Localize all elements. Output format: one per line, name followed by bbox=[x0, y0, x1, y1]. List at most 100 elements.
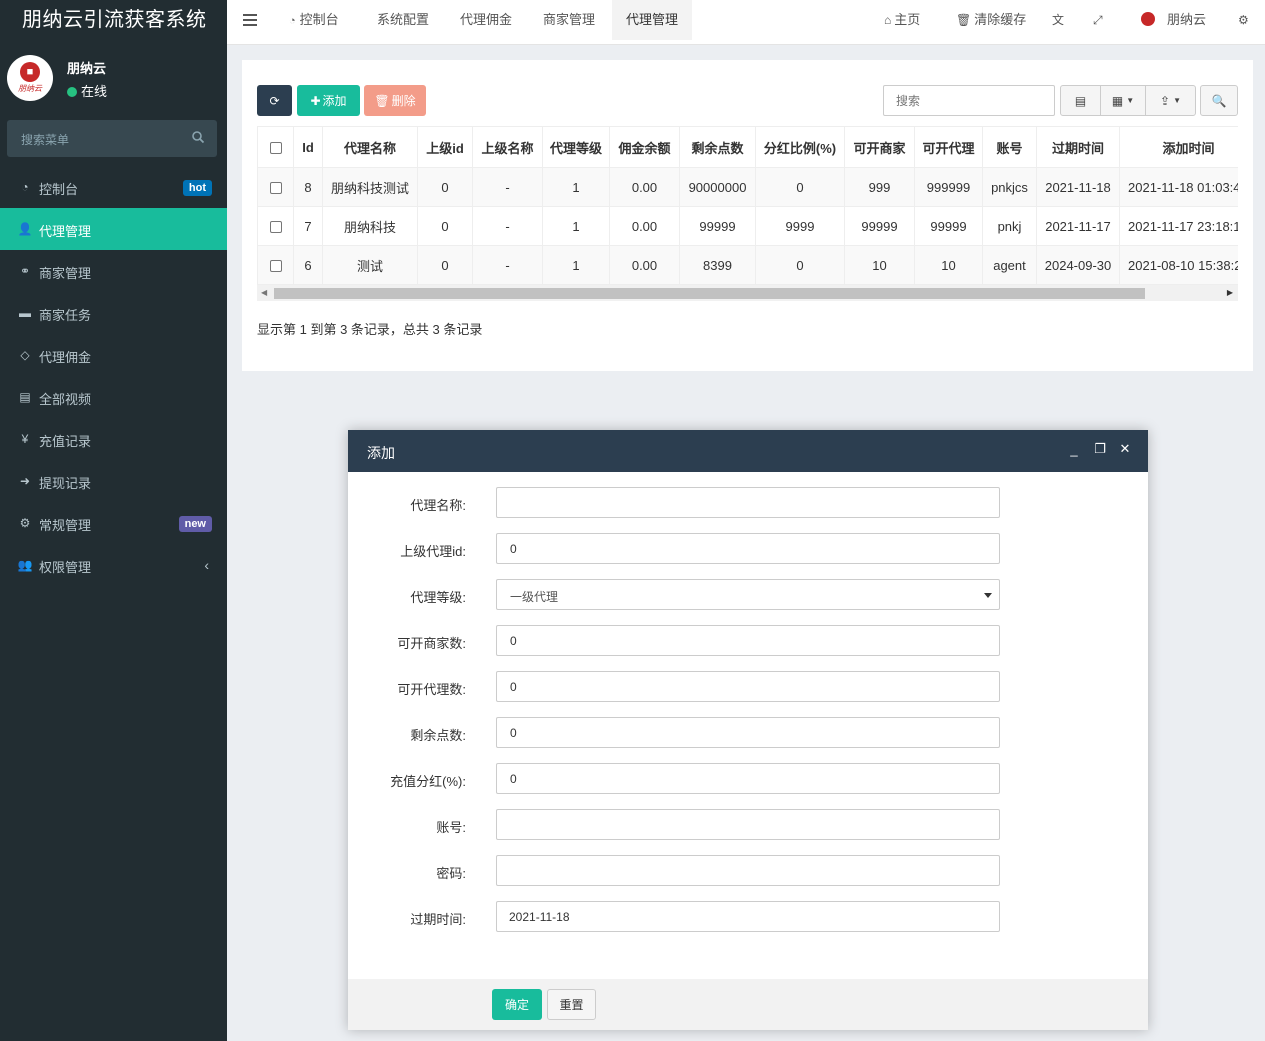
user-menu[interactable]: 朋纳云 bbox=[1141, 0, 1206, 40]
merchant-quota-field[interactable] bbox=[496, 625, 1000, 656]
sidebar-item-general[interactable]: ⚙ 常规管理 new bbox=[0, 502, 227, 544]
delete-button[interactable]: 🗑 删除 bbox=[364, 85, 426, 116]
dividend-field[interactable] bbox=[496, 763, 1000, 794]
checkbox[interactable] bbox=[269, 260, 282, 273]
tab-label: 代理佣金 bbox=[460, 12, 513, 27]
sign-in-icon: ➜ bbox=[19, 474, 31, 488]
hot-badge: hot bbox=[182, 180, 212, 196]
column-header[interactable]: 分红比例(%) bbox=[755, 126, 845, 168]
avatar-caption: 朋纳云 bbox=[18, 84, 42, 93]
reset-button[interactable]: 重置 bbox=[547, 989, 596, 1020]
search-icon[interactable] bbox=[191, 130, 205, 144]
account-input[interactable] bbox=[497, 810, 999, 839]
column-header[interactable]: 上级id bbox=[417, 126, 473, 168]
row-checkbox[interactable] bbox=[257, 167, 294, 207]
column-header[interactable]: 上级名称 bbox=[472, 126, 543, 168]
confirm-button[interactable]: 确定 bbox=[492, 989, 542, 1020]
tab-dashboard[interactable]: ◔ 控制台 bbox=[275, 0, 353, 40]
hamburger-menu-icon[interactable] bbox=[243, 14, 257, 26]
agent-name-input[interactable] bbox=[497, 488, 999, 517]
sidebar-item-merchant-task[interactable]: ▬ 商家任务 bbox=[0, 292, 227, 334]
column-header[interactable]: 代理名称 bbox=[322, 126, 418, 168]
export-button[interactable]: ⇪ ▼ bbox=[1145, 85, 1196, 116]
column-header[interactable]: 账号 bbox=[982, 126, 1037, 168]
merchant-quota-input[interactable] bbox=[497, 626, 999, 655]
password-input[interactable] bbox=[497, 856, 999, 885]
select-all-checkbox[interactable] bbox=[257, 126, 294, 168]
points-field[interactable] bbox=[496, 717, 1000, 748]
toggle-view-button[interactable]: ▤ bbox=[1060, 85, 1101, 116]
tab-system-config[interactable]: 系统配置 bbox=[363, 0, 443, 40]
table-row[interactable]: 8 朋纳科技测试 0 - 1 0.00 90000000 0 999 99999… bbox=[257, 167, 1238, 207]
tab-merchant[interactable]: 商家管理 bbox=[529, 0, 609, 40]
scrollbar-thumb[interactable] bbox=[274, 288, 1145, 299]
tab-agent[interactable]: 代理管理 bbox=[612, 0, 693, 40]
tab-label: 系统配置 bbox=[377, 12, 430, 27]
checkbox[interactable] bbox=[269, 182, 282, 195]
parent-id-input[interactable] bbox=[497, 534, 999, 563]
sidebar-item-merchant[interactable]: ⚭ 商家管理 bbox=[0, 250, 227, 292]
agent-quota-input[interactable] bbox=[497, 672, 999, 701]
table-row[interactable]: 7 朋纳科技 0 - 1 0.00 99999 9999 99999 99999… bbox=[257, 206, 1238, 246]
advanced-search-button[interactable]: 🔍 bbox=[1200, 85, 1238, 116]
table-cell: 0 bbox=[417, 245, 473, 285]
form-row-expire: 过期时间: bbox=[348, 901, 1148, 932]
home-icon: ⌂ bbox=[884, 13, 892, 27]
close-icon[interactable]: ✕ bbox=[1118, 441, 1132, 456]
table-row[interactable]: 6 测试 0 - 1 0.00 8399 0 10 10 agent 2024-… bbox=[257, 245, 1238, 285]
maximize-icon[interactable]: ❐ bbox=[1093, 441, 1107, 456]
sidebar-item-withdraw[interactable]: ➜ 提现记录 bbox=[0, 460, 227, 502]
app-title: 朋纳云引流获客系统 bbox=[0, 0, 227, 45]
user-panel: ■ 朋纳云 朋纳云 在线 bbox=[0, 45, 227, 109]
horizontal-scrollbar[interactable]: ◀ ▶ bbox=[257, 285, 1238, 301]
table-search[interactable] bbox=[883, 85, 1055, 116]
home-link[interactable]: ⌂ 主页 bbox=[884, 0, 920, 40]
password-field[interactable] bbox=[496, 855, 1000, 886]
tab-agent-commission[interactable]: 代理佣金 bbox=[446, 0, 526, 40]
fullscreen-button[interactable]: ⤢ bbox=[1093, 0, 1106, 40]
clear-cache-button[interactable]: 🗑 清除缓存 bbox=[956, 0, 1026, 40]
columns-button[interactable]: ▦ ▼ bbox=[1100, 85, 1146, 116]
scroll-left-icon[interactable]: ◀ bbox=[261, 288, 267, 297]
agent-level-select[interactable]: 一级代理 bbox=[496, 579, 1000, 610]
column-header[interactable]: 过期时间 bbox=[1036, 126, 1120, 168]
sidebar-item-permission[interactable]: 👥 权限管理 ‹ bbox=[0, 544, 227, 586]
checkbox[interactable] bbox=[269, 142, 282, 155]
scroll-right-icon[interactable]: ▶ bbox=[1227, 288, 1233, 297]
field-label: 上级代理id: bbox=[400, 544, 466, 559]
form-row-agent-name: 代理名称: bbox=[348, 487, 1148, 518]
field-label: 可开商家数: bbox=[397, 636, 466, 651]
points-input[interactable] bbox=[497, 718, 999, 747]
column-header[interactable]: 可开代理 bbox=[914, 126, 983, 168]
dividend-input[interactable] bbox=[497, 764, 999, 793]
language-button[interactable]: 文 bbox=[1052, 0, 1067, 40]
sidebar-item-videos[interactable]: ▤ 全部视频 bbox=[0, 376, 227, 418]
sidebar-search[interactable]: 搜索菜单 bbox=[7, 120, 217, 157]
agent-quota-field[interactable] bbox=[496, 671, 1000, 702]
expire-date-input[interactable] bbox=[497, 902, 999, 931]
column-header[interactable]: Id bbox=[293, 126, 323, 168]
parent-id-field[interactable] bbox=[496, 533, 1000, 564]
settings-button[interactable]: ⚙ bbox=[1238, 0, 1252, 40]
refresh-button[interactable]: ⟳ bbox=[257, 85, 292, 116]
expire-date-field[interactable] bbox=[496, 901, 1000, 932]
agent-name-field[interactable] bbox=[496, 487, 1000, 518]
row-checkbox[interactable] bbox=[257, 245, 294, 285]
column-header[interactable]: 可开商家 bbox=[844, 126, 915, 168]
account-field[interactable] bbox=[496, 809, 1000, 840]
sidebar-item-recharge[interactable]: ¥ 充值记录 bbox=[0, 418, 227, 460]
table-search-input[interactable] bbox=[884, 86, 1054, 115]
add-button[interactable]: ✚ 添加 bbox=[297, 85, 360, 116]
column-header[interactable]: 添加时间 bbox=[1119, 126, 1238, 168]
column-header[interactable]: 剩余点数 bbox=[679, 126, 756, 168]
checkbox[interactable] bbox=[269, 221, 282, 234]
row-checkbox[interactable] bbox=[257, 206, 294, 246]
column-header[interactable]: 代理等级 bbox=[542, 126, 610, 168]
sidebar-item-dashboard[interactable]: ◔ 控制台 hot bbox=[0, 166, 227, 208]
minimize-icon[interactable]: _ bbox=[1067, 442, 1081, 457]
sidebar-item-agent[interactable]: 👤 代理管理 bbox=[0, 208, 227, 250]
column-header[interactable]: 佣金余额 bbox=[609, 126, 680, 168]
dashboard-icon: ◔ bbox=[21, 180, 29, 194]
sidebar-item-commission[interactable]: ◇ 代理佣金 bbox=[0, 334, 227, 376]
form-row-agent-quota: 可开代理数: bbox=[348, 671, 1148, 702]
